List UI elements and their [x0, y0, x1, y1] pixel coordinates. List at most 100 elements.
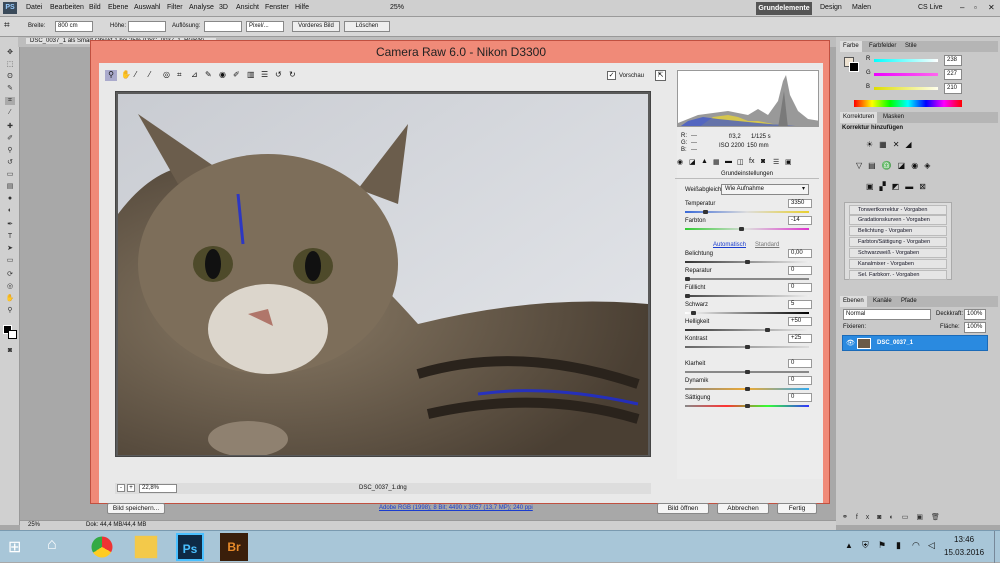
3d-rotate-icon[interactable]: ⟳: [5, 271, 15, 279]
tray-chevron-icon[interactable]: ▲: [845, 541, 853, 550]
marquee-tool-icon[interactable]: ⬚: [5, 61, 15, 69]
fill-input[interactable]: 100%: [964, 322, 986, 333]
path-select-icon[interactable]: ➤: [5, 245, 15, 253]
auto-link[interactable]: Automatisch: [713, 242, 746, 248]
g-input[interactable]: 227: [944, 69, 962, 80]
tab-kanaele[interactable]: Kanäle: [870, 296, 895, 307]
menu-ansicht[interactable]: Ansicht: [236, 4, 259, 11]
crop-icon[interactable]: ⌗: [177, 70, 182, 80]
crop-tool-icon[interactable]: ⌗: [4, 20, 10, 31]
workflow-options-link[interactable]: Adobe RGB (1998); 8 Bit; 4490 x 3057 (13…: [379, 505, 533, 511]
slider-sttigung-thumb[interactable]: [745, 404, 750, 408]
slider-kontrast-value[interactable]: +25: [788, 334, 812, 343]
home-icon[interactable]: ⌂: [47, 536, 57, 554]
slider-farbton-track[interactable]: [685, 228, 809, 230]
tab-farbe[interactable]: Farbe: [840, 41, 862, 52]
slider-helligkeit-thumb[interactable]: [765, 328, 771, 332]
red-eye-icon[interactable]: ◉: [219, 70, 226, 79]
slider-klarheit-value[interactable]: 0: [788, 359, 812, 368]
slider-temperatur-thumb[interactable]: [703, 210, 708, 214]
slider-helligkeit-value[interactable]: +50: [788, 317, 812, 326]
cs-live-button[interactable]: CS Live: [918, 4, 943, 11]
clock-date[interactable]: 15.03.2016: [944, 548, 984, 557]
slider-schwarz-thumb[interactable]: [691, 311, 696, 315]
slider-helligkeit-track[interactable]: [685, 329, 809, 331]
move-tool-icon[interactable]: ✥: [5, 49, 15, 57]
menu-hilfe[interactable]: Hilfe: [295, 4, 309, 11]
eye-icon[interactable]: 👁: [846, 339, 855, 347]
menu-bild[interactable]: Bild: [89, 4, 101, 11]
slider-belichtung-value[interactable]: 0,00: [788, 249, 812, 258]
eraser-icon[interactable]: ▭: [5, 171, 15, 179]
preset-selfarbkorr[interactable]: Sel. Farbkorr. - Vorgaben: [849, 270, 947, 280]
adjustment-brush-icon[interactable]: ✐: [233, 70, 240, 79]
quick-select-icon[interactable]: ✎: [5, 85, 15, 93]
width-input[interactable]: 800 cm: [55, 21, 93, 32]
maximize-icon[interactable]: ▫: [974, 3, 977, 12]
preset-gradation[interactable]: Gradationskurven - Vorgaben: [849, 215, 947, 225]
hand-icon[interactable]: ✋: [5, 295, 15, 303]
save-image-button[interactable]: Bild speichern...: [107, 503, 165, 514]
clone-stamp-icon[interactable]: ⚲: [5, 147, 15, 155]
preset-tonwert[interactable]: Tonwertkorrektur - Vorgaben: [849, 205, 947, 215]
flag-icon[interactable]: ⚑: [878, 540, 886, 551]
tab-basic-icon[interactable]: ◉: [677, 158, 683, 166]
tab-ebenen[interactable]: Ebenen: [840, 296, 867, 307]
slider-reparatur-value[interactable]: 0: [788, 266, 812, 275]
r-input[interactable]: 238: [944, 55, 962, 66]
layer-row[interactable]: 👁 DSC_0037_1: [842, 335, 988, 351]
photoshop-taskbar-icon[interactable]: Ps: [176, 533, 204, 561]
zoom-tool-icon[interactable]: ⚲: [5, 307, 15, 315]
menu-auswahl[interactable]: Auswahl: [134, 4, 160, 11]
clear-button[interactable]: Löschen: [344, 21, 390, 32]
background-color-swatch[interactable]: [8, 330, 17, 339]
wifi-icon[interactable]: ◠: [912, 540, 920, 551]
menu-bearbeiten[interactable]: Bearbeiten: [50, 4, 84, 11]
menu-datei[interactable]: Datei: [26, 4, 42, 11]
minimize-icon[interactable]: –: [960, 3, 964, 12]
tab-korrekturen[interactable]: Korrekturen: [840, 112, 878, 123]
preset-farbton[interactable]: Farbton/Sättigung - Vorgaben: [849, 237, 947, 247]
height-input[interactable]: [128, 21, 166, 32]
open-image-button[interactable]: Bild öffnen: [657, 503, 709, 514]
slider-schwarz-track[interactable]: [685, 312, 809, 314]
target-adjust-icon[interactable]: ◎: [163, 70, 170, 79]
lasso-tool-icon[interactable]: ʘ: [5, 73, 15, 81]
default-link[interactable]: Standard: [755, 242, 779, 248]
slider-sttigung-value[interactable]: 0: [788, 393, 812, 402]
preset-kanalmixer[interactable]: Kanalmixer - Vorgaben: [849, 259, 947, 269]
eyedropper-icon[interactable]: ⁄: [5, 109, 15, 117]
workspace-malen[interactable]: Malen: [852, 4, 871, 11]
white-balance-icon[interactable]: ⁄: [135, 70, 136, 79]
blur-icon[interactable]: ●: [5, 195, 15, 203]
tab-masken[interactable]: Masken: [880, 112, 907, 123]
preset-schwarzweiss[interactable]: Schwarzweiß - Vorgaben: [849, 248, 947, 258]
straighten-icon[interactable]: ⊿: [191, 70, 198, 79]
slider-kontrast-thumb[interactable]: [745, 345, 750, 349]
slider-farbton-thumb[interactable]: [739, 227, 744, 231]
preset-belichtung[interactable]: Belichtung - Vorgaben: [849, 226, 947, 236]
type-icon[interactable]: T: [5, 233, 15, 241]
chrome-icon[interactable]: [91, 536, 113, 558]
rotate-left-icon[interactable]: ↺: [275, 70, 282, 79]
blend-mode-select[interactable]: Normal: [843, 309, 931, 320]
adjust-icons-row3[interactable]: ▣▞◩▬⊠: [866, 182, 966, 192]
tab-lens-icon[interactable]: ◫: [737, 158, 744, 166]
preview-checkbox[interactable]: ✓: [607, 71, 616, 80]
slider-belichtung-thumb[interactable]: [745, 260, 750, 264]
slider-temperatur-value[interactable]: 3350: [788, 199, 812, 208]
zoom-level[interactable]: 25%: [390, 4, 404, 11]
shape-icon[interactable]: ▭: [5, 257, 15, 265]
color-ramp[interactable]: [854, 100, 962, 107]
slider-farbton-value[interactable]: -14: [788, 216, 812, 225]
workspace-design[interactable]: Design: [820, 4, 842, 11]
graduated-filter-icon[interactable]: ▥: [247, 70, 255, 79]
menu-filter[interactable]: Filter: [167, 4, 183, 11]
tab-stile[interactable]: Stile: [902, 41, 920, 52]
wb-select[interactable]: Wie Aufnahme ▾: [721, 184, 809, 195]
3d-orbit-icon[interactable]: ◎: [5, 283, 15, 291]
hand-tool-icon[interactable]: ✋: [121, 70, 131, 79]
layer-actions[interactable]: ⚭fx◙◐▭▣🗑: [842, 513, 988, 523]
healing-brush-icon[interactable]: ✚: [5, 123, 15, 131]
windows-start-icon[interactable]: ⊞: [8, 537, 21, 557]
